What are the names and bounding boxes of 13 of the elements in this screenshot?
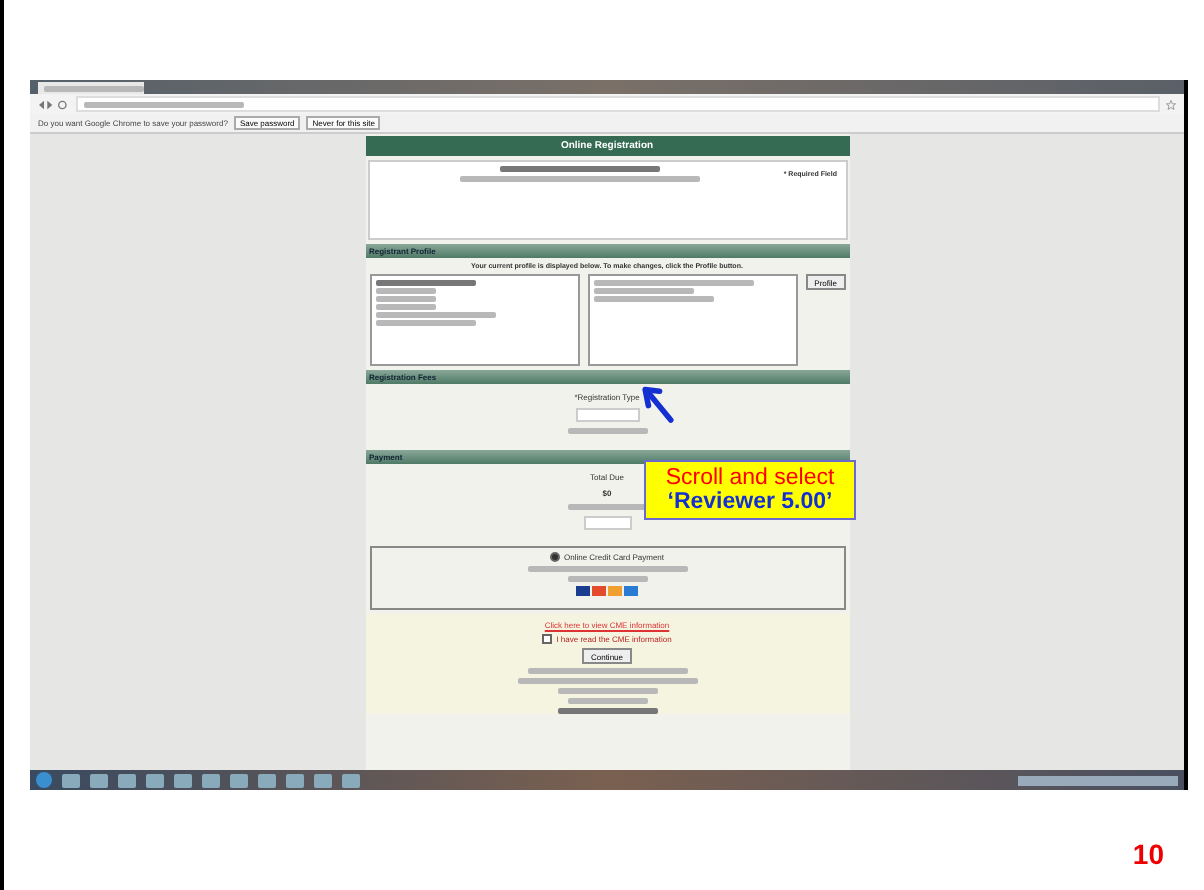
callout-option: ‘Reviewer 5.00’ [667, 490, 833, 514]
callout-instruction: Scroll and select [665, 466, 835, 490]
arrow-icon [642, 384, 674, 424]
payment-radio[interactable] [549, 552, 560, 562]
system-tray-icons[interactable] [1018, 775, 1178, 785]
promo-code-field[interactable] [583, 516, 631, 530]
star-icon[interactable] [1166, 99, 1176, 109]
credit-cards-icon [576, 586, 638, 596]
slide-number: 10 [1132, 838, 1164, 870]
address-field[interactable] [76, 96, 1160, 112]
start-icon[interactable] [36, 772, 52, 788]
navigation-icons[interactable] [38, 99, 70, 109]
cme-checkbox[interactable] [542, 634, 553, 644]
